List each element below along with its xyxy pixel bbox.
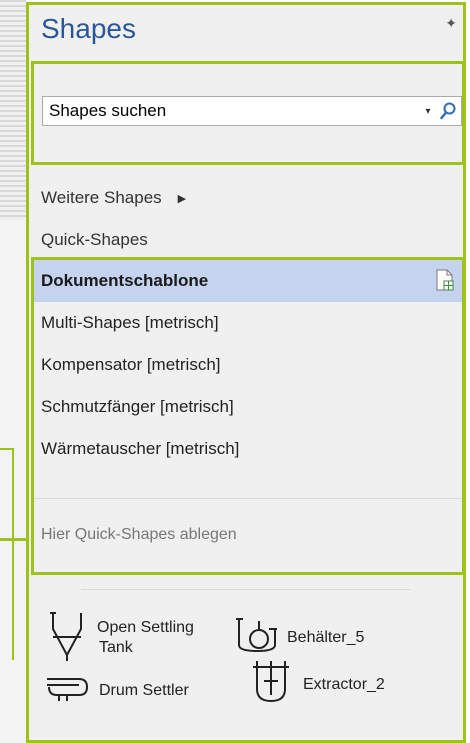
more-shapes-label: Weitere Shapes [41,188,162,207]
behaelter-5-icon [235,617,279,658]
document-stencil-icon [436,269,454,296]
stencil-list-highlight-box: Dokumentschablone Multi-Shapes [metrisch… [31,257,465,575]
shape-label: Drum Settler [99,681,189,699]
shape-label: Behälter_5 [287,628,365,646]
shape-label: Extractor_2 [303,675,385,693]
extractor-2-icon [251,659,291,710]
stencil-item-multi-shapes[interactable]: Multi-Shapes [metrisch] [34,302,462,344]
more-shapes-menu[interactable]: Weitere Shapes ▶ [41,188,186,208]
stencil-item-label: Multi-Shapes [metrisch] [41,313,219,332]
search-highlight-box: Shapes suchen ▾ [31,61,465,165]
stencil-item-schmutzfaenger[interactable]: Schmutzfänger [metrisch] [34,386,462,428]
stencil-item-kompensator[interactable]: Kompensator [metrisch] [34,344,462,386]
quick-shapes-drop-hint: Hier Quick-Shapes ablegen [41,526,237,543]
shape-label: Tank [99,638,133,656]
callout-bracket [12,448,14,660]
shape-open-settling-tank[interactable]: Open Settling Tank [47,609,194,666]
backdrop-ribbon-edge [0,0,26,220]
stencil-item-label: Wärmetauscher [metrisch] [41,439,240,458]
shape-extractor-2[interactable]: Extractor_2 [251,659,385,710]
pin-icon[interactable]: ✦ [445,15,457,32]
stencil-item-waermetauscher[interactable]: Wärmetauscher [metrisch] [34,428,462,470]
search-input-text: Shapes suchen [49,101,167,120]
shapes-panel: Shapes ✦ Shapes suchen ▾ Weitere Shapes … [26,2,466,743]
open-settling-tank-icon [47,609,87,666]
shape-label: Open Settling [97,618,194,636]
search-input[interactable]: Shapes suchen ▾ [42,96,462,126]
divider [34,498,462,499]
quick-shapes-item[interactable]: Quick-Shapes [41,230,148,250]
shape-behaelter-5[interactable]: Behälter_5 [235,617,364,658]
divider [81,589,411,590]
stencil-item-label: Schmutzfänger [metrisch] [41,397,234,416]
search-icon[interactable] [435,102,461,120]
stencil-item-label: Dokumentschablone [41,271,209,290]
panel-title: Shapes [41,13,136,44]
submenu-arrow-icon: ▶ [177,192,187,205]
stencil-item-dokumentschablone[interactable]: Dokumentschablone [34,260,462,302]
dropdown-arrow-icon[interactable]: ▾ [421,106,435,117]
drum-settler-icon [45,673,91,708]
shape-drum-settler[interactable]: Drum Settler [45,673,189,708]
stencil-item-label: Kompensator [metrisch] [41,355,221,374]
quick-shapes-label: Quick-Shapes [41,230,148,249]
